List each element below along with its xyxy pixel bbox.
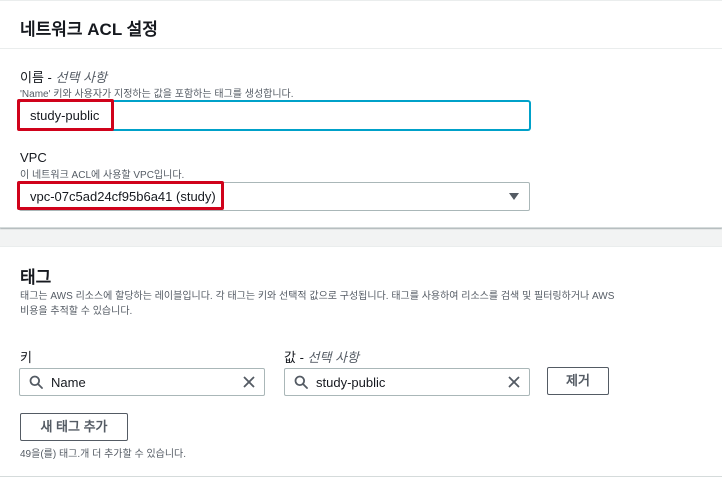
tags-title: 태그 bbox=[20, 268, 52, 287]
name-field-description: 'Name' 키와 사용자가 지정하는 값을 포함하는 태그를 생성합니다. bbox=[20, 89, 294, 100]
tags-description-line1: 태그는 AWS 리소스에 할당하는 레이블입니다. 각 태그는 키와 선택적 값… bbox=[20, 291, 615, 302]
value-label-text: 값 - bbox=[284, 350, 308, 365]
value-column-label: 값 - 선택 사항 bbox=[284, 347, 359, 366]
tag-value-input[interactable]: study-public bbox=[284, 368, 530, 396]
tag-key-value: Name bbox=[51, 375, 86, 390]
name-label-text: 이름 - bbox=[20, 70, 56, 85]
vpc-field-label: VPC bbox=[20, 150, 47, 165]
vpc-field-description: 이 네트워크 ACL에 사용할 VPC입니다. bbox=[20, 170, 185, 181]
optional-label: 선택 사항 bbox=[55, 70, 107, 85]
remaining-tags-note: 49을(를) 태그.개 더 추가할 수 있습니다. bbox=[20, 449, 187, 460]
clear-icon[interactable] bbox=[507, 375, 521, 389]
name-field-label: 이름 - 선택 사항 bbox=[20, 67, 107, 86]
vpc-select[interactable]: vpc-07c5ad24cf95b6a41 (study) bbox=[19, 182, 530, 211]
acl-settings-header: 네트워크 ACL 설정 bbox=[0, 1, 722, 49]
tags-description-line2: 비용을 추적할 수 있습니다. bbox=[20, 306, 133, 317]
add-tag-button[interactable]: 새 태그 추가 bbox=[20, 413, 128, 441]
search-icon bbox=[29, 375, 43, 389]
vpc-select-value: vpc-07c5ad24cf95b6a41 (study) bbox=[30, 189, 216, 204]
tags-panel: 태그 태그는 AWS 리소스에 할당하는 레이블입니다. 각 태그는 키와 선택… bbox=[0, 246, 722, 477]
tag-value-value: study-public bbox=[316, 375, 386, 390]
acl-settings-panel: 네트워크 ACL 설정 이름 - 선택 사항 'Name' 키와 사용자가 지정… bbox=[0, 0, 722, 228]
search-icon bbox=[294, 375, 308, 389]
tag-key-input[interactable]: Name bbox=[19, 368, 265, 396]
panel-title: 네트워크 ACL 설정 bbox=[20, 20, 158, 39]
name-input[interactable]: study-public bbox=[19, 101, 530, 130]
name-input-value: study-public bbox=[30, 108, 100, 123]
caret-down-icon bbox=[509, 193, 519, 200]
remove-tag-button[interactable]: 제거 bbox=[547, 367, 609, 395]
key-column-label: 키 bbox=[20, 350, 32, 365]
clear-icon[interactable] bbox=[242, 375, 256, 389]
value-optional-label: 선택 사항 bbox=[307, 350, 359, 365]
